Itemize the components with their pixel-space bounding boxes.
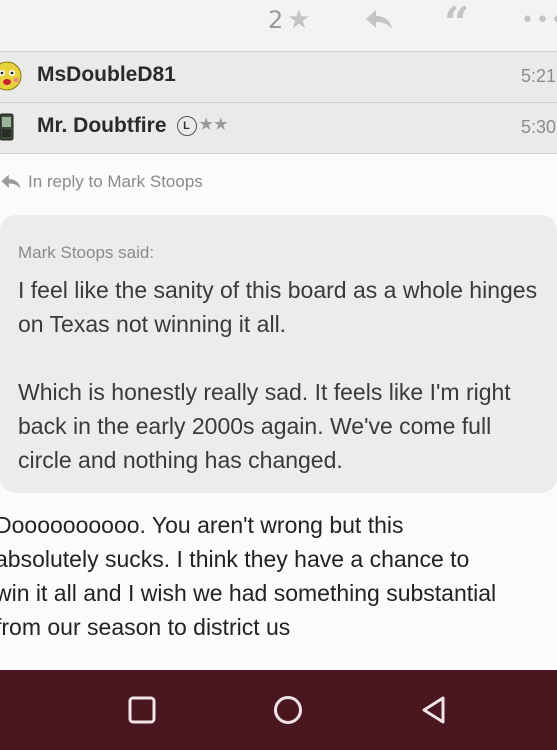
more-dots-icon: ••• bbox=[521, 7, 557, 33]
post-line: Doooooooooo. You aren't wrong but this bbox=[0, 512, 404, 538]
quote-author[interactable]: Mark Stoops said: bbox=[18, 243, 154, 263]
quote-paragraph: I feel like the sanity of this board as … bbox=[18, 277, 538, 337]
quote-button[interactable]: “ bbox=[444, 0, 470, 49]
in-reply-to-text: In reply to Mark Stoops bbox=[28, 172, 203, 191]
quote-text: I feel like the sanity of this board as … bbox=[18, 273, 548, 477]
back-button[interactable] bbox=[418, 694, 450, 726]
home-button[interactable] bbox=[272, 694, 304, 726]
reply-arrow-icon bbox=[366, 10, 392, 29]
quote-icon: “ bbox=[444, 0, 470, 49]
quote-block[interactable]: Mark Stoops said: I feel like the sanity… bbox=[0, 215, 557, 493]
post-body: In reply to Mark Stoops Mark Stoops said… bbox=[0, 154, 557, 670]
reply-button[interactable] bbox=[364, 0, 394, 40]
liker-row[interactable]: MsDoubleD81 5:21 bbox=[0, 52, 557, 103]
star-icon: ★ bbox=[287, 5, 311, 35]
likers-list: MsDoubleD81 5:21 Mr. Doubtfire L ★★ 5:30 bbox=[0, 51, 557, 154]
liker-time: 5:21 bbox=[521, 66, 557, 86]
liker-row[interactable]: Mr. Doubtfire L ★★ 5:30 bbox=[0, 103, 557, 154]
rank-stars: ★★ bbox=[199, 116, 229, 133]
post-text: Doooooooooo. You aren't wrong but this a… bbox=[0, 508, 557, 644]
liker-name[interactable]: Mr. Doubtfire L ★★ bbox=[37, 114, 228, 138]
recent-apps-button[interactable] bbox=[126, 694, 158, 726]
post-line: win it all and I wish we had something s… bbox=[0, 580, 497, 606]
liker-name[interactable]: MsDoubleD81 bbox=[37, 63, 176, 87]
android-navigation-bar bbox=[0, 670, 557, 750]
like-count: 2 bbox=[268, 6, 284, 34]
like-button[interactable]: 2 ★ bbox=[268, 0, 311, 40]
reply-arrow-icon bbox=[1, 174, 21, 189]
post-action-bar: 2 ★ “ ••• bbox=[0, 0, 557, 50]
post-line: from our season to district us bbox=[0, 614, 291, 640]
phone-avatar-icon bbox=[0, 113, 14, 141]
post-line: absolutely sucks. I think they have a ch… bbox=[0, 546, 470, 572]
in-reply-to-link[interactable]: In reply to Mark Stoops bbox=[0, 172, 203, 192]
more-button[interactable]: ••• bbox=[521, 0, 557, 40]
liker-name-text: Mr. Doubtfire bbox=[37, 114, 167, 137]
liker-time: 5:30 bbox=[521, 117, 557, 137]
smiley-avatar-icon bbox=[0, 61, 22, 91]
quote-paragraph: Which is honestly really sad. It feels l… bbox=[18, 379, 511, 473]
lifetime-badge: L bbox=[176, 116, 197, 136]
